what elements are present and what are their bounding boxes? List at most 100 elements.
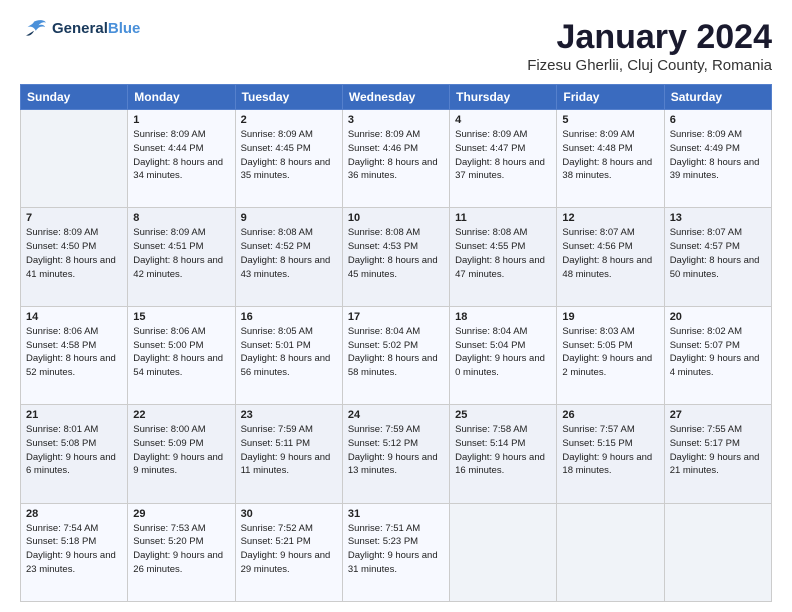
day-number: 27 [670,409,766,421]
day-number: 8 [133,212,229,224]
day-info: Sunrise: 8:08 AMSunset: 4:53 PMDaylight:… [348,226,444,281]
day-cell: 31 Sunrise: 7:51 AMSunset: 5:23 PMDayligh… [342,503,449,601]
day-info: Sunrise: 8:08 AMSunset: 4:55 PMDaylight:… [455,226,551,281]
logo: GeneralBlue [20,18,140,40]
col-thursday: Thursday [450,85,557,110]
day-number: 5 [562,114,658,126]
day-cell: 28Sunrise: 7:54 AMSunset: 5:18 PMDayligh… [21,503,128,601]
day-cell: 26 Sunrise: 7:57 AMSunset: 5:15 PMDayligh… [557,405,664,503]
logo-text: GeneralBlue [52,20,140,38]
day-info: Sunrise: 8:07 AMSunset: 4:57 PMDaylight:… [670,226,766,281]
day-info: Sunrise: 7:52 AMSunset: 5:21 PMDaylight:… [241,522,337,577]
day-cell: 6Sunrise: 8:09 AMSunset: 4:49 PMDaylight… [664,110,771,208]
day-number: 14 [26,311,122,323]
day-info: Sunrise: 8:06 AMSunset: 4:58 PMDaylight:… [26,325,122,380]
day-info: Sunrise: 7:55 AMSunset: 5:17 PMDaylight:… [670,423,766,478]
day-cell: 17 Sunrise: 8:04 AMSunset: 5:02 PMDayligh… [342,306,449,404]
day-cell: 24Sunrise: 7:59 AMSunset: 5:12 PMDayligh… [342,405,449,503]
logo-icon [20,18,48,40]
col-friday: Friday [557,85,664,110]
day-number: 3 [348,114,444,126]
day-cell: 1Sunrise: 8:09 AMSunset: 4:44 PMDaylight… [128,110,235,208]
day-number: 9 [241,212,337,224]
day-cell: 29 Sunrise: 7:53 AMSunset: 5:20 PMDayligh… [128,503,235,601]
day-number: 4 [455,114,551,126]
day-info: Sunrise: 8:04 AMSunset: 5:02 PMDaylight:… [348,325,444,380]
day-info: Sunrise: 8:05 AMSunset: 5:01 PMDaylight:… [241,325,337,380]
day-number: 22 [133,409,229,421]
day-number: 10 [348,212,444,224]
day-cell: 5Sunrise: 8:09 AMSunset: 4:48 PMDaylight… [557,110,664,208]
header-row: Sunday Monday Tuesday Wednesday Thursday… [21,85,772,110]
col-sunday: Sunday [21,85,128,110]
day-info: Sunrise: 8:09 AMSunset: 4:45 PMDaylight:… [241,128,337,183]
day-info: Sunrise: 7:59 AMSunset: 5:11 PMDaylight:… [241,423,337,478]
day-cell: 25Sunrise: 7:58 AMSunset: 5:14 PMDayligh… [450,405,557,503]
day-cell: 15Sunrise: 8:06 AMSunset: 5:00 PMDayligh… [128,306,235,404]
day-cell: 22Sunrise: 8:00 AMSunset: 5:09 PMDayligh… [128,405,235,503]
day-number: 12 [562,212,658,224]
day-number: 29 [133,508,229,520]
day-info: Sunrise: 8:09 AMSunset: 4:47 PMDaylight:… [455,128,551,183]
day-number: 23 [241,409,337,421]
day-number: 26 [562,409,658,421]
day-number: 17 [348,311,444,323]
day-cell: 20 Sunrise: 8:02 AMSunset: 5:07 PMDayligh… [664,306,771,404]
day-info: Sunrise: 8:09 AMSunset: 4:46 PMDaylight:… [348,128,444,183]
col-tuesday: Tuesday [235,85,342,110]
main-title: January 2024 [527,18,772,57]
day-cell: 7 Sunrise: 8:09 AMSunset: 4:50 PMDaylight… [21,208,128,306]
day-number: 31 [348,508,444,520]
day-info: Sunrise: 7:51 AMSunset: 5:23 PMDaylight:… [348,522,444,577]
day-cell: 3 Sunrise: 8:09 AMSunset: 4:46 PMDaylight… [342,110,449,208]
day-info: Sunrise: 7:53 AMSunset: 5:20 PMDaylight:… [133,522,229,577]
subtitle: Fizesu Gherlii, Cluj County, Romania [527,57,772,74]
day-info: Sunrise: 8:09 AMSunset: 4:50 PMDaylight:… [26,226,122,281]
day-number: 11 [455,212,551,224]
day-number: 18 [455,311,551,323]
day-cell: 18Sunrise: 8:04 AMSunset: 5:04 PMDayligh… [450,306,557,404]
day-info: Sunrise: 8:09 AMSunset: 4:49 PMDaylight:… [670,128,766,183]
day-info: Sunrise: 8:06 AMSunset: 5:00 PMDaylight:… [133,325,229,380]
col-wednesday: Wednesday [342,85,449,110]
day-cell: 10 Sunrise: 8:08 AMSunset: 4:53 PMDayligh… [342,208,449,306]
day-info: Sunrise: 8:08 AMSunset: 4:52 PMDaylight:… [241,226,337,281]
day-cell: 30 Sunrise: 7:52 AMSunset: 5:21 PMDayligh… [235,503,342,601]
day-number: 2 [241,114,337,126]
week-row-3: 14 Sunrise: 8:06 AMSunset: 4:58 PMDayligh… [21,306,772,404]
day-number: 7 [26,212,122,224]
day-info: Sunrise: 7:57 AMSunset: 5:15 PMDaylight:… [562,423,658,478]
day-number: 24 [348,409,444,421]
day-cell: 12 Sunrise: 8:07 AMSunset: 4:56 PMDayligh… [557,208,664,306]
day-number: 21 [26,409,122,421]
day-info: Sunrise: 7:54 AMSunset: 5:18 PMDaylight:… [26,522,122,577]
day-info: Sunrise: 8:09 AMSunset: 4:44 PMDaylight:… [133,128,229,183]
day-cell [557,503,664,601]
day-number: 30 [241,508,337,520]
week-row-2: 7 Sunrise: 8:09 AMSunset: 4:50 PMDaylight… [21,208,772,306]
week-row-4: 21 Sunrise: 8:01 AMSunset: 5:08 PMDayligh… [21,405,772,503]
day-cell: 19 Sunrise: 8:03 AMSunset: 5:05 PMDayligh… [557,306,664,404]
day-cell: 16 Sunrise: 8:05 AMSunset: 5:01 PMDayligh… [235,306,342,404]
day-number: 19 [562,311,658,323]
title-area: January 2024 Fizesu Gherlii, Cluj County… [527,18,772,74]
day-cell [664,503,771,601]
day-number: 25 [455,409,551,421]
day-cell: 8 Sunrise: 8:09 AMSunset: 4:51 PMDaylight… [128,208,235,306]
day-info: Sunrise: 8:09 AMSunset: 4:51 PMDaylight:… [133,226,229,281]
day-cell: 14 Sunrise: 8:06 AMSunset: 4:58 PMDayligh… [21,306,128,404]
day-cell: 4 Sunrise: 8:09 AMSunset: 4:47 PMDaylight… [450,110,557,208]
day-info: Sunrise: 8:03 AMSunset: 5:05 PMDaylight:… [562,325,658,380]
day-info: Sunrise: 8:02 AMSunset: 5:07 PMDaylight:… [670,325,766,380]
day-number: 20 [670,311,766,323]
col-monday: Monday [128,85,235,110]
col-saturday: Saturday [664,85,771,110]
day-number: 16 [241,311,337,323]
day-info: Sunrise: 8:01 AMSunset: 5:08 PMDaylight:… [26,423,122,478]
day-number: 13 [670,212,766,224]
day-cell: 13 Sunrise: 8:07 AMSunset: 4:57 PMDayligh… [664,208,771,306]
day-info: Sunrise: 8:07 AMSunset: 4:56 PMDaylight:… [562,226,658,281]
day-cell: 21 Sunrise: 8:01 AMSunset: 5:08 PMDayligh… [21,405,128,503]
day-cell: 23 Sunrise: 7:59 AMSunset: 5:11 PMDayligh… [235,405,342,503]
week-row-5: 28Sunrise: 7:54 AMSunset: 5:18 PMDayligh… [21,503,772,601]
